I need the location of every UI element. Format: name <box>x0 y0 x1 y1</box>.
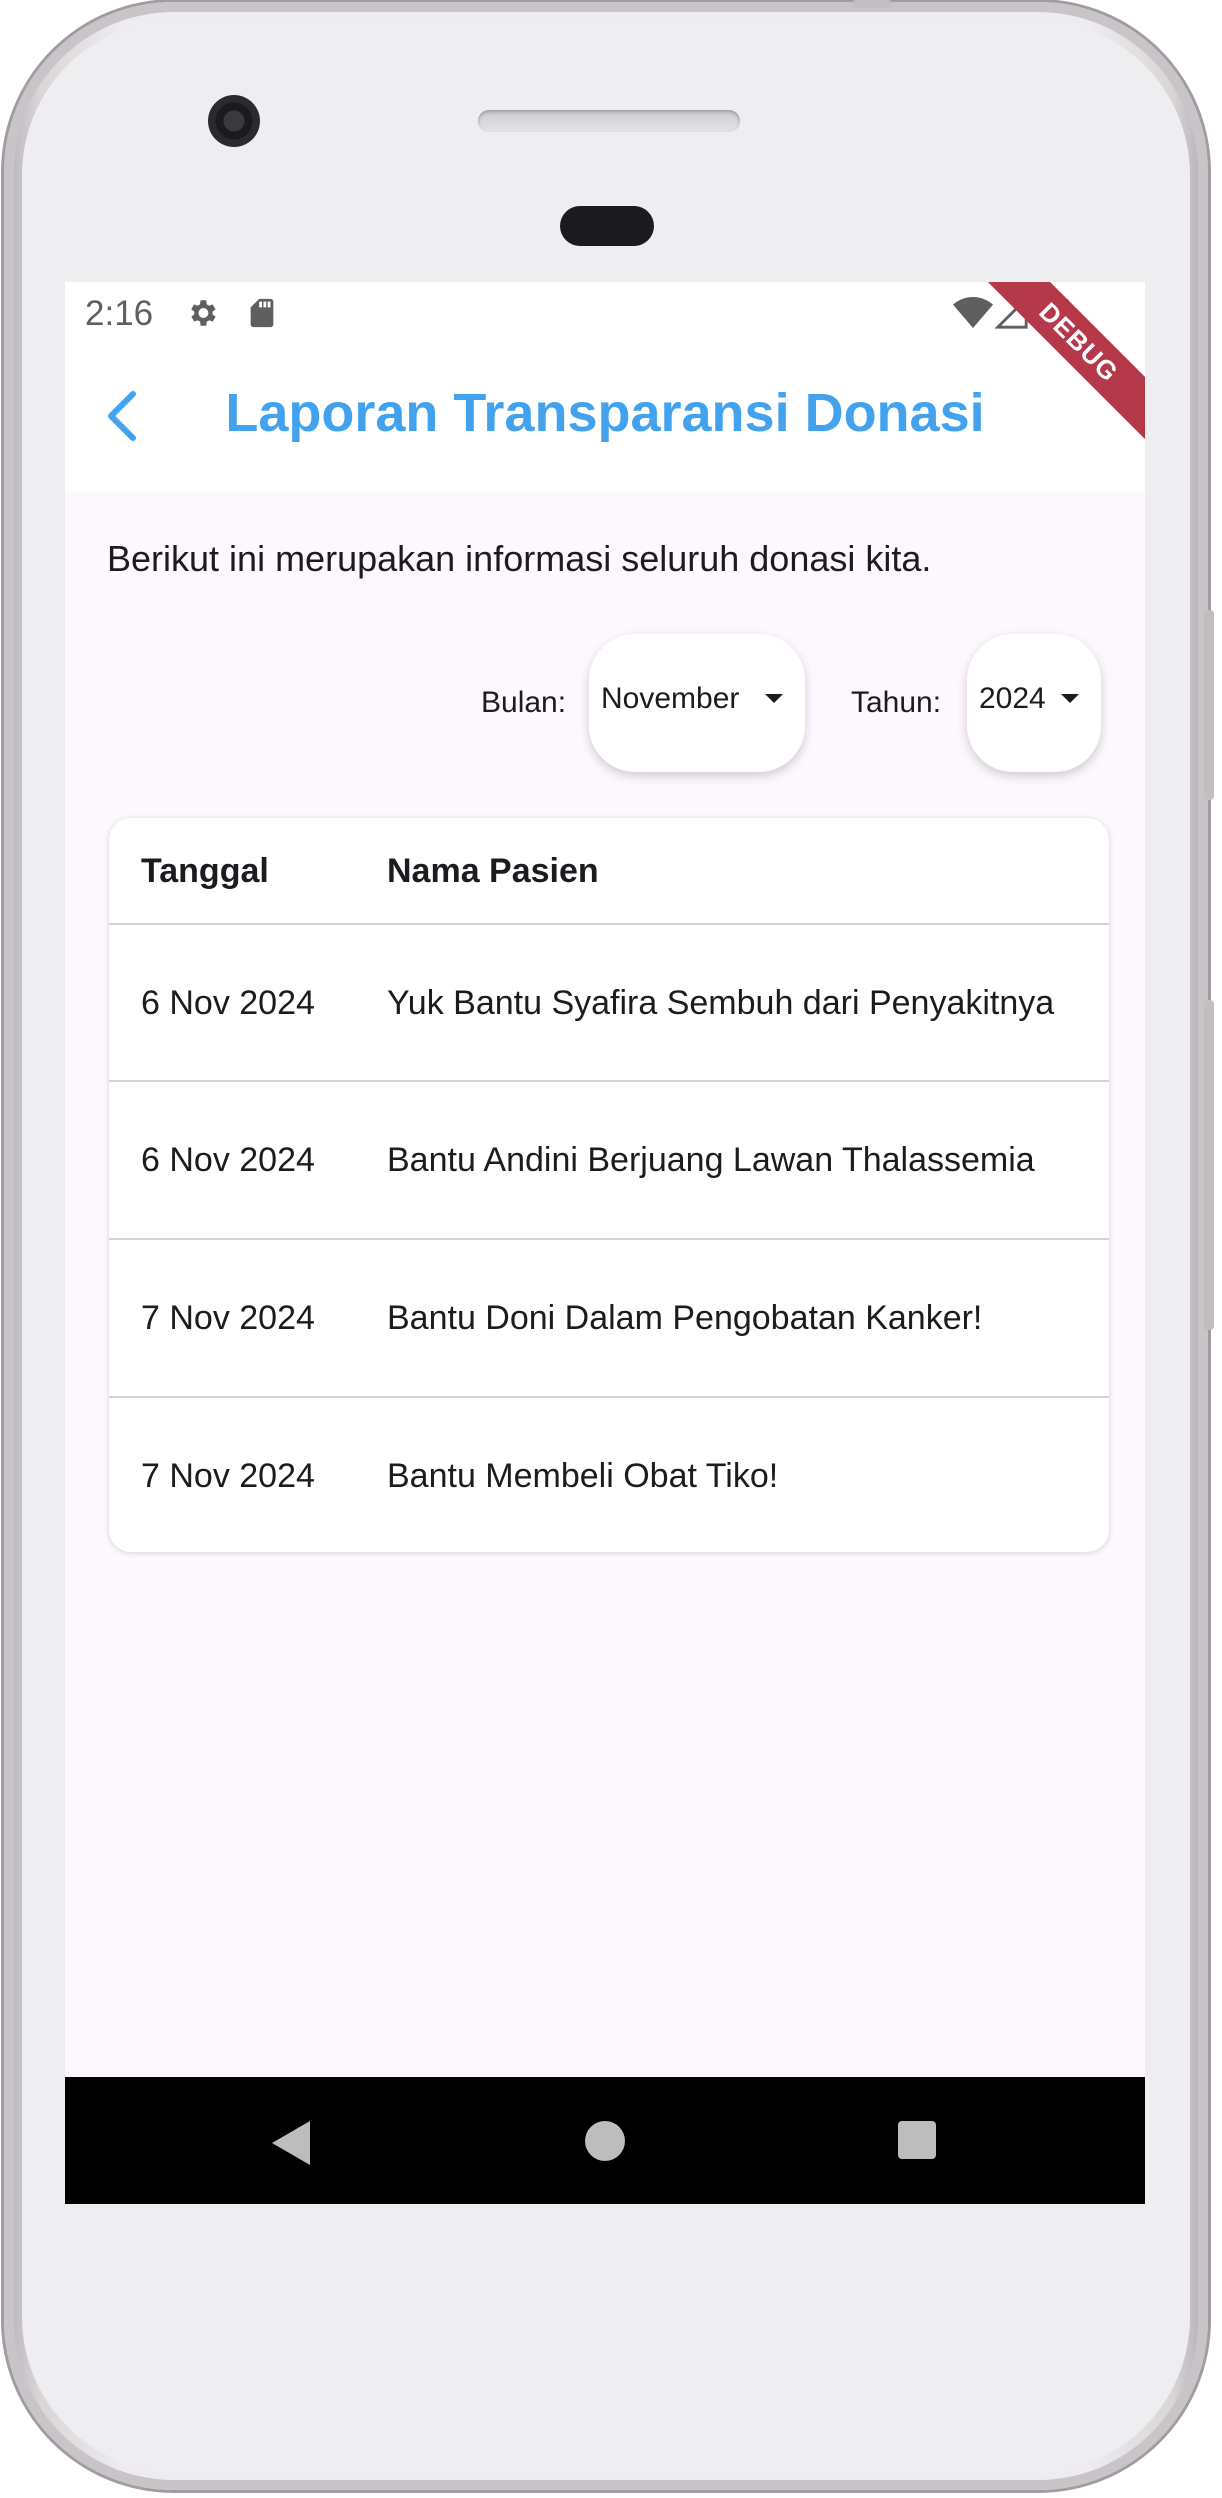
nav-recents-icon[interactable] <box>898 2121 936 2159</box>
top-button <box>852 0 892 8</box>
month-dropdown[interactable]: November <box>589 634 805 772</box>
table-cell-date: 6 Nov 2024 <box>141 1141 315 1179</box>
month-label: Bulan: <box>481 686 567 719</box>
year-value: 2024 <box>979 682 1046 715</box>
row-divider <box>109 1238 1109 1240</box>
donation-table: Tanggal Nama Pasien 6 Nov 2024 Yuk Bantu… <box>109 818 1109 1552</box>
table-cell-date: 6 Nov 2024 <box>141 984 315 1022</box>
app-screen: 2:16 Laporan Transparansi Donasi DEBUG B… <box>65 282 1145 2204</box>
table-cell-patient: Bantu Doni Dalam Pengobatan Kanker! <box>387 1299 983 1337</box>
nav-back-icon[interactable] <box>272 2121 310 2165</box>
column-header-date: Tanggal <box>141 852 269 890</box>
column-header-patient: Nama Pasien <box>387 852 599 890</box>
table-cell-patient: Bantu Andini Berjuang Lawan Thalassemia <box>387 1141 1035 1179</box>
nav-home-icon[interactable] <box>585 2121 625 2161</box>
row-divider <box>109 1396 1109 1398</box>
table-cell-date: 7 Nov 2024 <box>141 1457 315 1495</box>
front-camera <box>208 95 260 147</box>
year-label: Tahun: <box>851 686 942 719</box>
wifi-icon <box>953 296 993 339</box>
status-time: 2:16 <box>85 294 154 333</box>
app-bar: Laporan Transparansi Donasi <box>65 346 1145 492</box>
intro-text: Berikut ini merupakan informasi seluruh … <box>107 538 932 579</box>
sd-card-icon <box>245 296 279 339</box>
table-cell-date: 7 Nov 2024 <box>141 1299 315 1337</box>
year-dropdown[interactable]: 2024 <box>967 634 1101 772</box>
caret-down-icon <box>1061 694 1079 703</box>
earpiece-speaker <box>478 110 740 132</box>
table-cell-patient: Yuk Bantu Syafira Sembuh dari Penyakitny… <box>387 984 1055 1022</box>
gear-icon <box>185 296 219 339</box>
status-bar: 2:16 <box>65 282 1145 346</box>
table-cell-patient: Bantu Membeli Obat Tiko! <box>387 1457 779 1495</box>
volume-button <box>1204 1000 1214 1330</box>
row-divider <box>109 1080 1109 1082</box>
system-nav-bar <box>65 2077 1145 2204</box>
header-divider <box>109 923 1109 925</box>
power-button <box>1204 610 1214 800</box>
month-value: November <box>601 682 740 715</box>
proximity-sensor <box>560 206 654 246</box>
caret-down-icon <box>765 694 783 703</box>
page-title: Laporan Transparansi Donasi <box>225 383 985 443</box>
